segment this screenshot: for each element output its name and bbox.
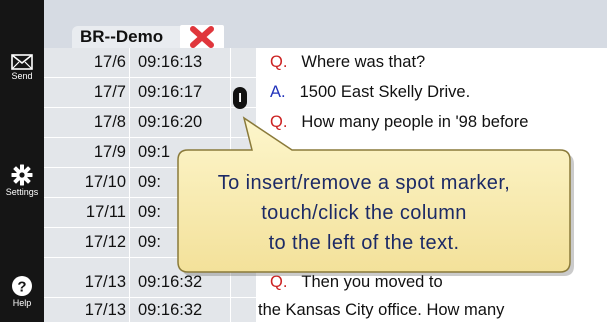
tooltip-line: touch/click the column: [261, 202, 467, 224]
left-sidebar: Send Settings ? Help: [0, 0, 44, 322]
question-prefix: Q.: [270, 53, 288, 71]
transcript-row[interactable]: 17/7 09:16:17 A. 1500 East Skelly Drive.: [44, 78, 607, 108]
gear-icon: [11, 164, 33, 186]
timestamp: 09:: [138, 203, 161, 221]
timestamp: 09:: [138, 173, 161, 191]
transcript-text: the Kansas City office. How many: [258, 301, 504, 320]
page-line: 17/12: [84, 233, 126, 251]
transcript-text: Q. How many people in '98 before: [270, 113, 528, 132]
page-line: 17/7: [93, 83, 126, 101]
question-prefix: Q.: [270, 273, 288, 291]
line-text: the Kansas City office. How many: [258, 301, 505, 319]
tooltip-line: To insert/remove a spot marker,: [217, 172, 511, 194]
send-label: Send: [11, 71, 33, 81]
transcript-text: A. 1500 East Skelly Drive.: [270, 83, 470, 102]
transcript-row[interactable]: 17/8 09:16:20 Q. How many people in '98 b…: [44, 108, 607, 138]
page-line: 17/9: [93, 143, 126, 161]
line-text: Where was that?: [301, 53, 426, 71]
mail-icon: [11, 54, 33, 70]
page-line: 17/10: [84, 173, 126, 191]
timestamp: 09:16:17: [138, 83, 203, 101]
timestamp: 09:16:20: [138, 113, 203, 131]
help-button[interactable]: ? Help: [0, 275, 44, 321]
answer-prefix: A.: [270, 83, 286, 101]
send-button[interactable]: Send: [0, 54, 44, 100]
timestamp: 09:16:32: [138, 273, 203, 291]
transcript-row[interactable]: 17/6 09:16:13 Q. Where was that?: [44, 48, 607, 78]
page-line: 17/11: [85, 203, 126, 221]
close-icon: [190, 26, 214, 48]
page-line: 17/6: [93, 53, 126, 71]
question-prefix: Q.: [270, 113, 288, 131]
line-text: How many people in '98 before: [301, 113, 529, 131]
svg-text:?: ?: [17, 279, 26, 296]
line-text: Then you moved to: [301, 273, 443, 291]
transcript-text: Q. Where was that?: [270, 53, 425, 72]
tab-close-button[interactable]: [180, 25, 224, 49]
tooltip-text: To insert/remove a spot marker, touch/cl…: [176, 168, 552, 258]
tooltip-line: to the left of the text.: [268, 232, 460, 254]
line-text: 1500 East Skelly Drive.: [299, 83, 471, 101]
timestamp: 09:1: [138, 143, 171, 161]
spot-marker[interactable]: I: [233, 87, 247, 109]
timestamp: 09:16:32: [138, 301, 203, 319]
settings-label: Settings: [5, 187, 39, 197]
timestamp: 09:16:13: [138, 53, 203, 71]
help-label: Help: [12, 298, 32, 308]
settings-button[interactable]: Settings: [0, 164, 44, 210]
help-icon: ?: [12, 276, 32, 296]
page-line: 17/8: [93, 113, 126, 131]
page-line: 17/13: [84, 273, 126, 291]
page-line: 17/13: [84, 301, 126, 319]
tab-title: BR--Demo: [80, 27, 164, 46]
transcript-row[interactable]: 17/13 09:16:32 Q. Then you moved to: [44, 268, 607, 298]
timestamp: 09:: [138, 233, 161, 251]
transcript-row[interactable]: 17/9 09:1: [44, 138, 607, 168]
transcript-text: Q. Then you moved to: [270, 273, 443, 292]
